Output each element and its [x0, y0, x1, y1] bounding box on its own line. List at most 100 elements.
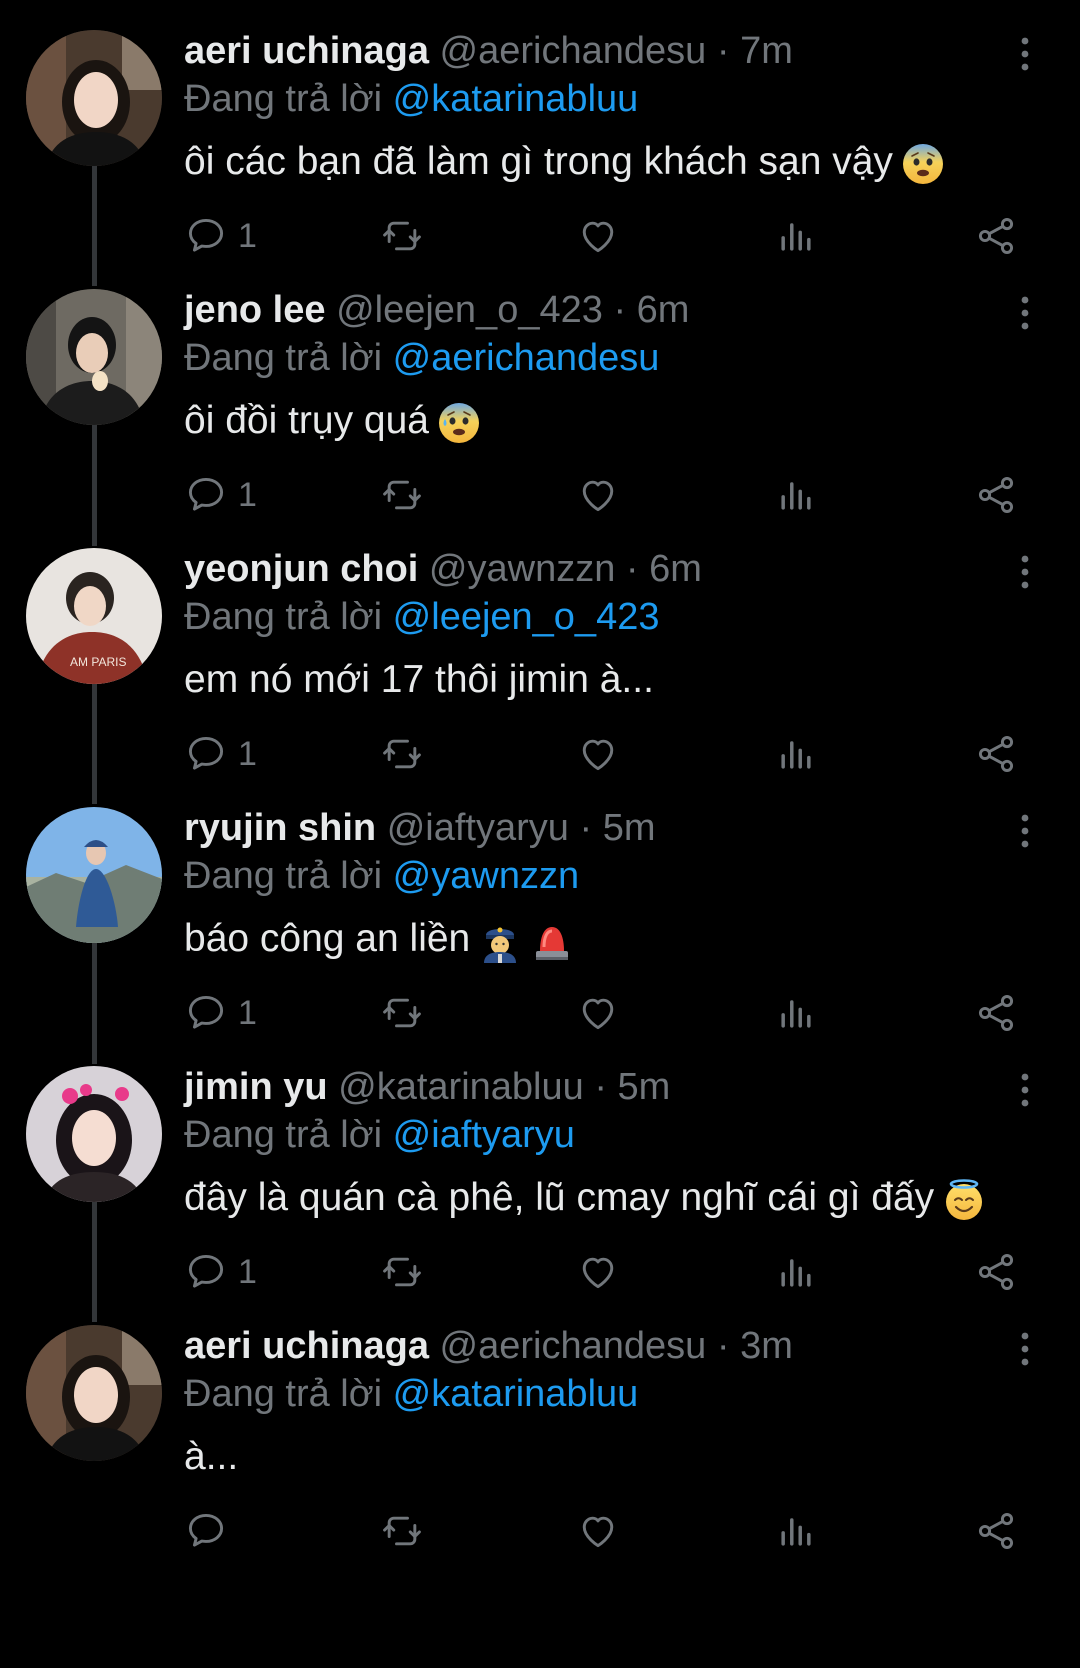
separator-dot: ·: [613, 289, 627, 331]
tweet-text-content: à...: [184, 1435, 239, 1478]
share-button[interactable]: [974, 1248, 1018, 1296]
share-button[interactable]: [974, 212, 1018, 260]
display-name[interactable]: ryujin shin: [184, 807, 376, 849]
replying-label: Đang trả lời: [184, 1114, 383, 1156]
user-handle[interactable]: @aerichandesu: [440, 1325, 707, 1367]
user-handle[interactable]: @yawnzzn: [429, 548, 615, 590]
aeri-avatar[interactable]: [26, 1325, 162, 1461]
retweet-button[interactable]: [380, 730, 424, 778]
retweet-button[interactable]: [380, 989, 424, 1037]
display-name[interactable]: aeri uchinaga: [184, 1325, 429, 1367]
user-handle[interactable]: @iaftyaryu: [387, 807, 569, 849]
replying-label: Đang trả lời: [184, 1373, 383, 1415]
separator-dot: ·: [579, 807, 593, 849]
aeri-avatar[interactable]: [26, 30, 162, 166]
tweet[interactable]: jeno lee @leejen_o_423 · 6m Đang trả lời…: [0, 259, 1080, 535]
mention-link[interactable]: @leejen_o_423: [393, 596, 660, 638]
views-button[interactable]: [774, 1507, 818, 1555]
display-name[interactable]: jimin yu: [184, 1066, 328, 1108]
user-handle[interactable]: @aerichandesu: [440, 30, 707, 72]
tweet-header: aeri uchinaga @aerichandesu · 3m: [184, 1323, 793, 1369]
tweet-text: à...: [184, 1432, 238, 1482]
share-icon: [974, 214, 1018, 258]
share-icon: [974, 991, 1018, 1035]
like-button[interactable]: [576, 212, 620, 260]
retweet-button[interactable]: [380, 1507, 424, 1555]
retweet-icon: [380, 473, 424, 517]
more-vertical-icon[interactable]: [1010, 34, 1040, 74]
timestamp[interactable]: 6m: [649, 548, 702, 590]
yeonjun-avatar[interactable]: AM PARIS: [26, 548, 162, 684]
views-button[interactable]: [774, 989, 818, 1037]
display-name[interactable]: jeno lee: [184, 289, 326, 331]
tweet-actions: 1: [184, 471, 1024, 519]
tweet[interactable]: jimin yu @katarinabluu · 5m Đang trả lời…: [0, 1036, 1080, 1312]
share-button[interactable]: [974, 1507, 1018, 1555]
user-handle[interactable]: @katarinabluu: [338, 1066, 584, 1108]
tweet-text: em nó mới 17 thôi jimin à...: [184, 655, 654, 705]
reply-button[interactable]: 1: [184, 1248, 257, 1296]
share-button[interactable]: [974, 730, 1018, 778]
like-button[interactable]: [576, 1507, 620, 1555]
views-button[interactable]: [774, 212, 818, 260]
timestamp[interactable]: 3m: [740, 1325, 793, 1367]
like-button[interactable]: [576, 471, 620, 519]
tweet[interactable]: AM PARIS yeonjun choi @yawnzzn · 6m Đang…: [0, 518, 1080, 794]
like-button[interactable]: [576, 989, 620, 1037]
timestamp[interactable]: 7m: [740, 30, 793, 72]
reply-button[interactable]: 1: [184, 212, 257, 260]
tweet-actions: 1: [184, 989, 1024, 1037]
more-vertical-icon[interactable]: [1010, 1070, 1040, 1110]
like-button[interactable]: [576, 1248, 620, 1296]
views-button[interactable]: [774, 730, 818, 778]
reply-button[interactable]: 1: [184, 471, 257, 519]
more-vertical-icon[interactable]: [1010, 293, 1040, 333]
more-vertical-icon[interactable]: [1010, 1329, 1040, 1369]
retweet-button[interactable]: [380, 212, 424, 260]
more-vertical-icon[interactable]: [1010, 811, 1040, 851]
jeno-avatar[interactable]: [26, 289, 162, 425]
tweet-text: đây là quán cà phê, lũ cmay nghĩ cái gì …: [184, 1173, 986, 1223]
retweet-button[interactable]: [380, 1248, 424, 1296]
display-name[interactable]: aeri uchinaga: [184, 30, 429, 72]
mention-link[interactable]: @iaftyaryu: [393, 1114, 575, 1156]
timestamp[interactable]: 5m: [603, 807, 656, 849]
tweet[interactable]: aeri uchinaga @aerichandesu · 7m Đang tr…: [0, 0, 1080, 276]
tweet-header: ryujin shin @iaftyaryu · 5m: [184, 805, 655, 851]
timestamp[interactable]: 5m: [618, 1066, 671, 1108]
tweet[interactable]: ryujin shin @iaftyaryu · 5m Đang trả lời…: [0, 777, 1080, 1053]
display-name[interactable]: yeonjun choi: [184, 548, 418, 590]
views-button[interactable]: [774, 471, 818, 519]
reply-button[interactable]: 1: [184, 730, 257, 778]
mention-link[interactable]: @katarinabluu: [393, 78, 639, 120]
more-vertical-icon[interactable]: [1010, 552, 1040, 592]
ryujin-avatar[interactable]: [26, 807, 162, 943]
reply-button[interactable]: 1: [184, 989, 257, 1037]
reply-count: 1: [238, 993, 257, 1032]
share-button[interactable]: [974, 989, 1018, 1037]
user-handle[interactable]: @leejen_o_423: [336, 289, 603, 331]
mention-link[interactable]: @katarinabluu: [393, 1373, 639, 1415]
replying-label: Đang trả lời: [184, 596, 383, 638]
tweet-text-content: báo công an liền: [184, 917, 471, 960]
views-button[interactable]: [774, 1248, 818, 1296]
mention-link[interactable]: @aerichandesu: [393, 337, 660, 379]
mention-link[interactable]: @yawnzzn: [393, 855, 579, 897]
tweet-text-content: đây là quán cà phê, lũ cmay nghĩ cái gì …: [184, 1176, 935, 1219]
share-icon: [974, 732, 1018, 776]
heart-icon: [576, 1509, 620, 1553]
timestamp[interactable]: 6m: [637, 289, 690, 331]
tweet[interactable]: aeri uchinaga @aerichandesu · 3m Đang tr…: [0, 1295, 1080, 1571]
tweet-header: yeonjun choi @yawnzzn · 6m: [184, 546, 702, 592]
reply-button[interactable]: [184, 1507, 238, 1555]
separator-dot: ·: [716, 30, 730, 72]
replying-to: Đang trả lời @katarinabluu: [184, 76, 638, 122]
like-button[interactable]: [576, 730, 620, 778]
share-button[interactable]: [974, 471, 1018, 519]
separator-dot: ·: [625, 548, 639, 590]
jimin-avatar[interactable]: [26, 1066, 162, 1202]
retweet-button[interactable]: [380, 471, 424, 519]
replying-to: Đang trả lời @leejen_o_423: [184, 594, 659, 640]
share-icon: [974, 473, 1018, 517]
tweet-text-content: em nó mới 17 thôi jimin à...: [184, 658, 654, 701]
